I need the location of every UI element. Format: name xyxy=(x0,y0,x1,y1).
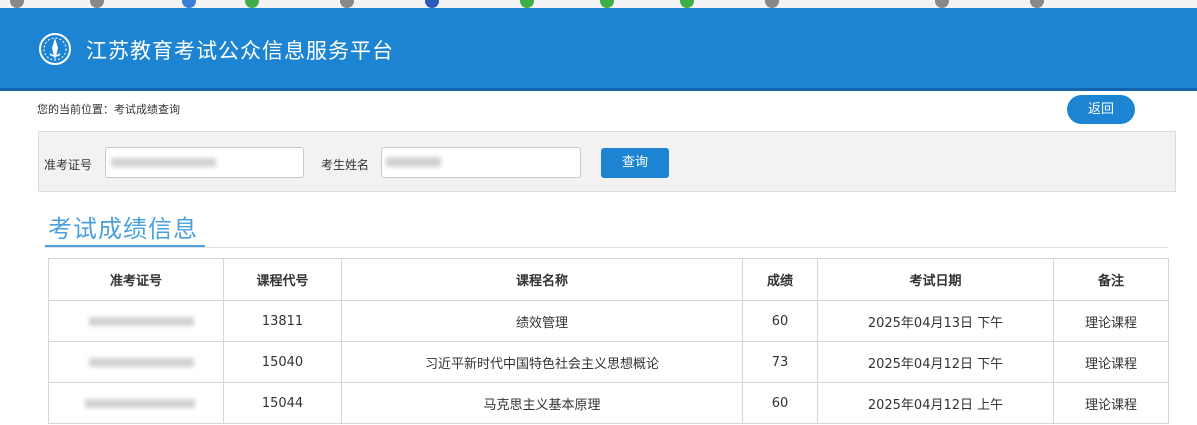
column-header: 课程代号 xyxy=(223,258,342,301)
note-cell: 理论课程 xyxy=(1053,300,1169,342)
bookmark-icon[interactable] xyxy=(425,0,439,8)
ticket-number-masked xyxy=(89,358,194,367)
score-cell: 73 xyxy=(742,341,818,383)
course-name-cell: 绩效管理 xyxy=(341,300,743,342)
table-row: 13811 绩效管理 60 2025年04月13日 下午 理论课程 xyxy=(48,300,1169,342)
course-name-cell: 习近平新时代中国特色社会主义思想概论 xyxy=(341,341,743,383)
breadcrumb: 您的当前位置：考试成绩查询 xyxy=(37,103,180,116)
bookmarks-bar xyxy=(0,0,1197,8)
candidate-name-label: 考生姓名 xyxy=(321,158,370,172)
course-name-cell: 马克思主义基本原理 xyxy=(341,382,743,424)
bookmark-icon[interactable] xyxy=(935,0,949,8)
section-title: 考试成绩信息 xyxy=(48,215,198,243)
bookmark-icon[interactable] xyxy=(10,0,24,8)
bookmark-icon[interactable] xyxy=(520,0,534,8)
table-row: 15040 习近平新时代中国特色社会主义思想概论 73 2025年04月12日 … xyxy=(48,341,1169,383)
exam-date-cell: 2025年04月12日 上午 xyxy=(817,382,1054,424)
bookmark-icon[interactable] xyxy=(680,0,694,8)
column-header: 备注 xyxy=(1053,258,1169,301)
bookmark-icon[interactable] xyxy=(90,0,104,8)
course-code-cell: 15044 xyxy=(223,382,342,424)
bookmark-icon[interactable] xyxy=(245,0,259,8)
ticket-number-cell xyxy=(48,300,224,342)
bookmark-icon[interactable] xyxy=(182,0,196,8)
bookmark-icon[interactable] xyxy=(765,0,779,8)
ticket-number-masked xyxy=(111,158,216,167)
candidate-name-masked xyxy=(386,157,441,167)
search-panel: 准考证号 考生姓名 查询 xyxy=(38,131,1176,192)
site-logo-icon xyxy=(39,33,71,65)
back-button[interactable]: 返回 xyxy=(1067,95,1135,124)
site-header: 江苏教育考试公众信息服务平台 xyxy=(0,8,1197,91)
score-cell: 60 xyxy=(742,382,818,424)
note-cell: 理论课程 xyxy=(1053,382,1169,424)
exam-date-cell: 2025年04月13日 下午 xyxy=(817,300,1054,342)
bookmark-icon[interactable] xyxy=(600,0,614,8)
table-header-row: 准考证号 课程代号 课程名称 成绩 考试日期 备注 xyxy=(48,258,1169,301)
bookmark-icon[interactable] xyxy=(340,0,354,8)
ticket-number-label: 准考证号 xyxy=(44,158,93,172)
column-header: 考试日期 xyxy=(817,258,1054,301)
column-header: 课程名称 xyxy=(341,258,743,301)
score-table: 准考证号 课程代号 课程名称 成绩 考试日期 备注 13811 绩效管理 60 … xyxy=(48,258,1169,424)
exam-date-cell: 2025年04月12日 下午 xyxy=(817,341,1054,383)
table-row: 15044 马克思主义基本原理 60 2025年04月12日 上午 理论课程 xyxy=(48,382,1169,424)
bookmark-icon[interactable] xyxy=(1030,0,1044,8)
site-title: 江苏教育考试公众信息服务平台 xyxy=(86,39,394,63)
ticket-number-masked xyxy=(85,399,195,408)
ticket-number-masked xyxy=(89,317,194,326)
course-code-cell: 15040 xyxy=(223,341,342,383)
score-cell: 60 xyxy=(742,300,818,342)
query-button[interactable]: 查询 xyxy=(601,148,669,178)
section-divider xyxy=(45,247,1168,248)
ticket-number-cell xyxy=(48,382,224,424)
course-code-cell: 13811 xyxy=(223,300,342,342)
column-header: 成绩 xyxy=(742,258,818,301)
note-cell: 理论课程 xyxy=(1053,341,1169,383)
column-header: 准考证号 xyxy=(48,258,224,301)
ticket-number-cell xyxy=(48,341,224,383)
